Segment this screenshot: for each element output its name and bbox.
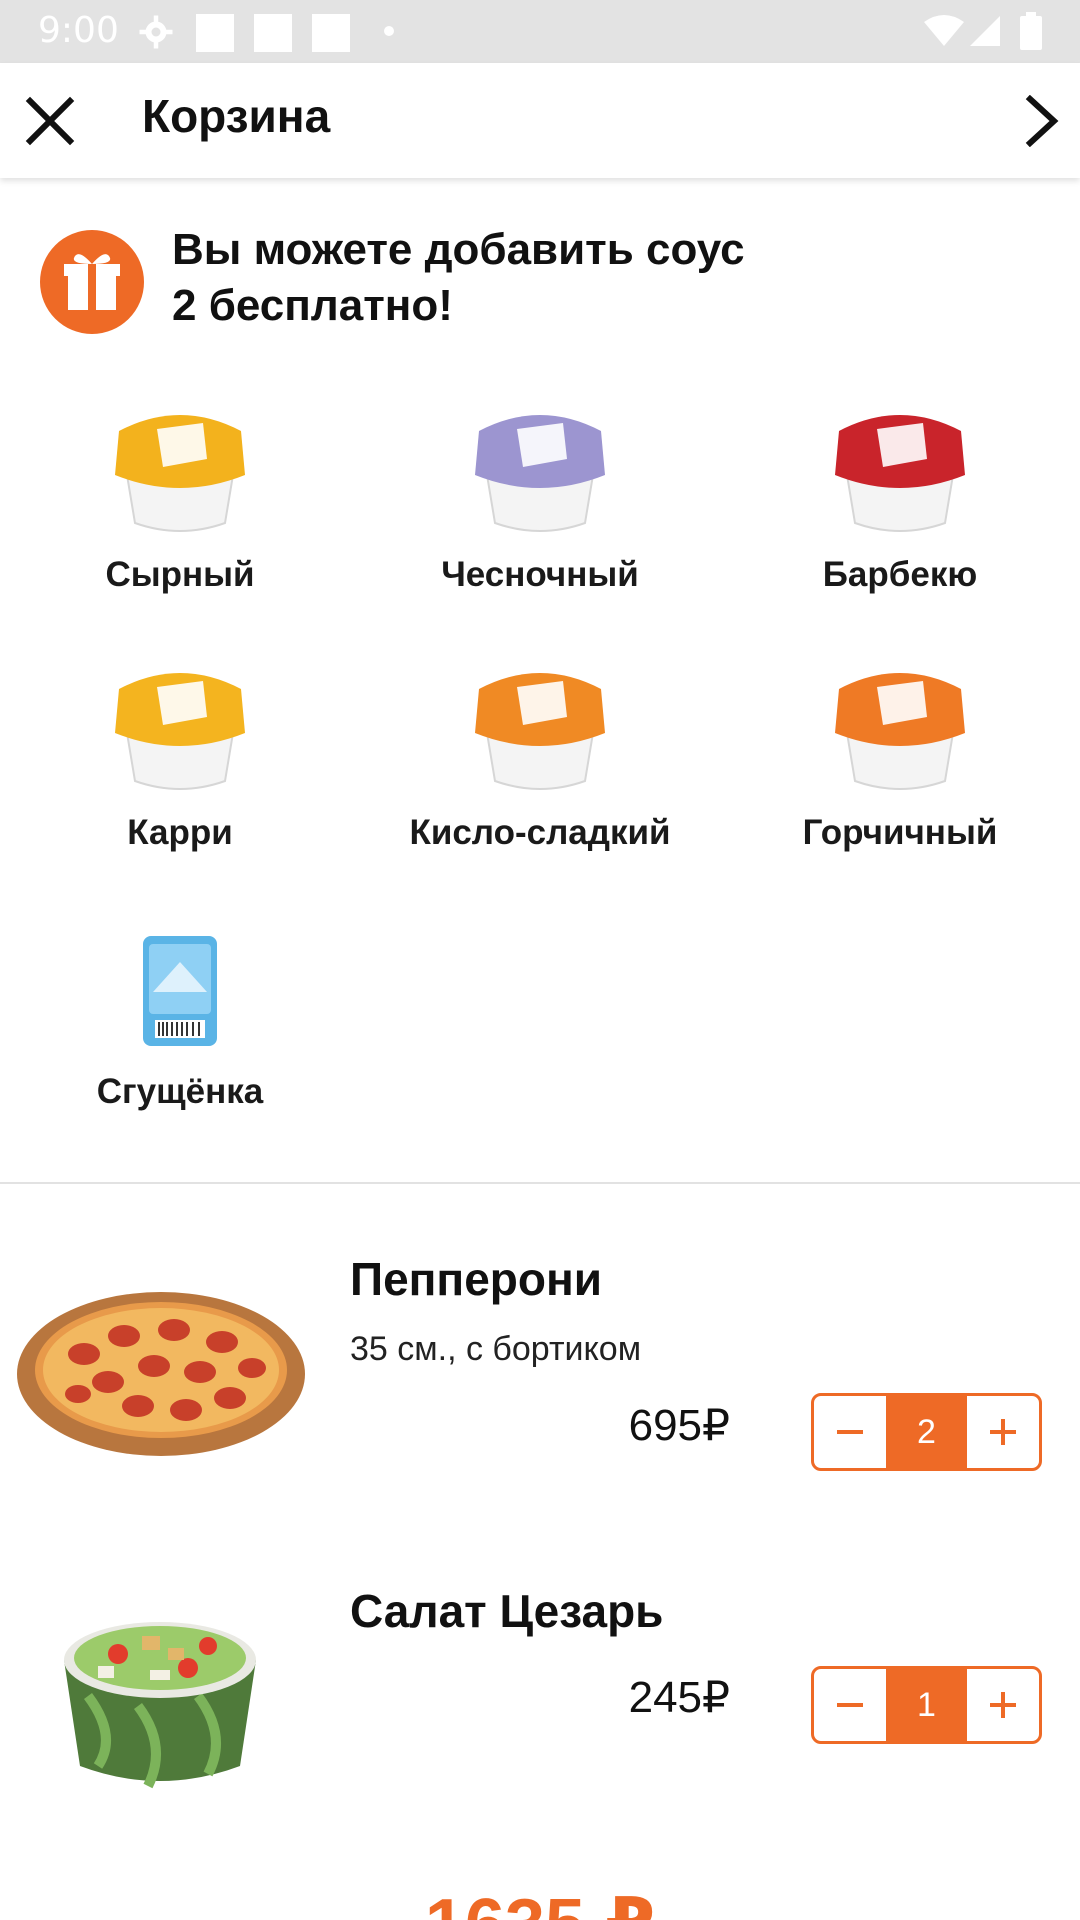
decrease-quantity-button[interactable] (814, 1669, 886, 1741)
sauce-cup-icon (115, 673, 245, 790)
notification-icon (312, 14, 350, 52)
signal-icon (970, 16, 1000, 46)
battery-icon (1020, 12, 1042, 50)
pepperoni-pizza-image (17, 1292, 305, 1456)
sauce-label: Горчичный (802, 813, 998, 852)
quantity-value: 1 (886, 1669, 967, 1741)
sauce-cup-icon (835, 673, 965, 790)
cart-item-price: 245₽ (628, 1673, 730, 1722)
sauce-label: Кисло-сладкий (409, 813, 671, 852)
decrease-quantity-button[interactable] (814, 1396, 886, 1468)
sauce-option-condensed-milk[interactable]: Сгущёнка (0, 922, 360, 1162)
condensed-milk-pack-icon (143, 936, 217, 1046)
close-icon[interactable] (24, 95, 76, 147)
sauce-cup-icon (115, 415, 245, 532)
gift-icon (40, 230, 144, 334)
app-bar: Корзина (0, 63, 1080, 178)
sauce-cup-icon (475, 673, 605, 790)
status-time: 9:00 (38, 10, 119, 51)
sauce-cup-icon (475, 415, 605, 532)
status-bar: 9:00 (0, 0, 1080, 63)
settings-gear-icon (139, 15, 173, 49)
cart-item-name: Пепперони (350, 1253, 603, 1305)
quantity-stepper: 1 (811, 1666, 1042, 1744)
page-title: Корзина (142, 90, 331, 142)
caesar-salad-image (64, 1622, 256, 1789)
increase-quantity-button[interactable] (967, 1669, 1039, 1741)
promo-message: Вы можете добавить соус 2 бесплатно! (172, 222, 992, 334)
sauce-label: Карри (127, 813, 233, 852)
plus-icon (990, 1692, 1016, 1718)
cart-item-description: 35 см., с бортиком (350, 1330, 642, 1368)
plus-icon (990, 1419, 1016, 1445)
section-divider (0, 1182, 1080, 1184)
cart-total: 1635 ₽ (0, 1880, 1080, 1920)
promo-line-2: 2 бесплатно! (172, 281, 453, 330)
notification-icon (196, 14, 234, 52)
chevron-right-icon[interactable] (1016, 95, 1068, 147)
sauce-option-cheese[interactable]: Сырный (0, 405, 360, 645)
wifi-icon (924, 15, 964, 46)
quantity-value: 2 (886, 1396, 967, 1468)
sauce-label: Сгущёнка (96, 1072, 264, 1111)
cart-item-name: Салат Цезарь (350, 1585, 664, 1637)
sauce-option-sweet-sour[interactable]: Кисло-сладкий (360, 663, 720, 903)
more-notifications-dot-icon (384, 26, 394, 36)
sauce-label: Барбекю (822, 555, 978, 594)
quantity-stepper: 2 (811, 1393, 1042, 1471)
sauce-label: Чесночный (441, 555, 639, 594)
increase-quantity-button[interactable] (967, 1396, 1039, 1468)
sauce-cup-icon (835, 415, 965, 532)
promo-line-1: Вы можете добавить соус (172, 225, 745, 274)
notification-icon (254, 14, 292, 52)
sauce-option-garlic[interactable]: Чесночный (360, 405, 720, 645)
minus-icon (837, 1703, 863, 1707)
sauce-label: Сырный (105, 555, 255, 594)
sauce-option-curry[interactable]: Карри (0, 663, 360, 903)
sauce-option-mustard[interactable]: Горчичный (720, 663, 1080, 903)
cart-item-price: 695₽ (628, 1401, 730, 1450)
minus-icon (837, 1430, 863, 1434)
sauce-option-bbq[interactable]: Барбекю (720, 405, 1080, 645)
